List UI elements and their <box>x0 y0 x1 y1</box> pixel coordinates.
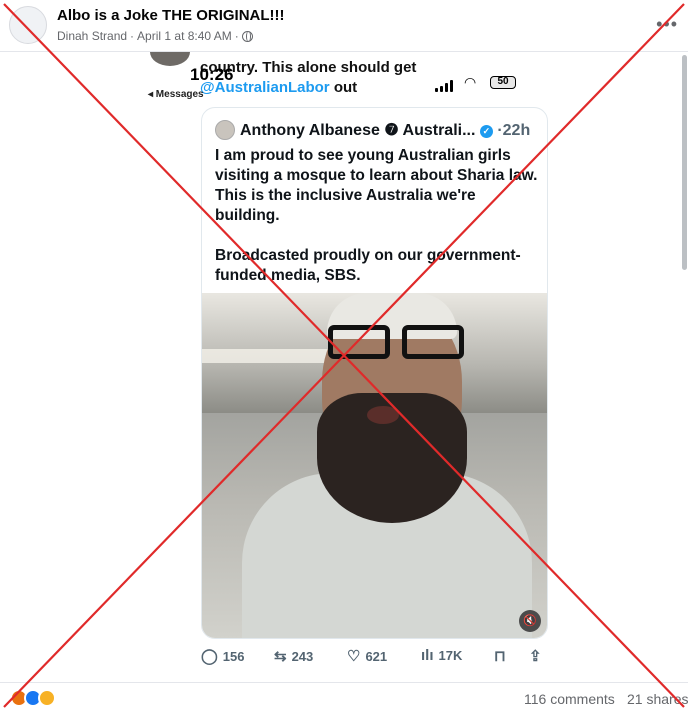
shared-screenshot-image[interactable]: country. This alone should get @Australi… <box>138 52 558 682</box>
bookmark-button: ⊓ <box>494 647 506 665</box>
reply-count: 156 <box>222 648 245 664</box>
scrollbar[interactable] <box>682 55 687 270</box>
retweet-count: 243 <box>291 648 314 664</box>
views-button: ılı 17K <box>421 647 462 664</box>
status-bar-time: 10:26 <box>190 65 234 84</box>
previous-tweet-tail: out <box>329 79 358 96</box>
like-button: ♡ 621 <box>347 647 387 665</box>
reaction-count: 90 <box>64 689 82 707</box>
author-link[interactable]: Dinah Strand <box>57 29 127 43</box>
meta-separator-2: · <box>234 29 239 43</box>
previous-tweet-avatar <box>150 52 190 66</box>
share-icon: ⇪ <box>529 648 542 665</box>
like-count: 621 <box>365 648 388 664</box>
tweet-author-handle: ❼ Australi... <box>379 122 476 139</box>
tweet-card: Anthony Albanese ❼ Australi... ✓ ·22h I … <box>201 107 548 639</box>
post-footer: 90 116 comments 21 shares <box>0 682 688 711</box>
battery-icon: 50 <box>490 76 516 89</box>
heart-icon: ♡ <box>347 648 361 665</box>
group-name-link[interactable]: Albo is a Joke THE ORIGINAL!!! <box>57 7 285 24</box>
mute-icon[interactable]: 🔇 <box>519 610 541 632</box>
meta-separator: · <box>130 29 135 43</box>
retweet-icon: ⇆ <box>274 648 287 665</box>
tweet-paragraph-1: I am proud to see young Australian girls… <box>215 147 538 224</box>
verified-badge-icon: ✓ <box>479 125 493 138</box>
comments-count-link[interactable]: 116 comments <box>524 691 615 707</box>
signal-strength-icon <box>435 80 453 92</box>
tweet-author-line: Anthony Albanese ❼ Australi... ✓ ·22h <box>240 120 530 140</box>
tweet-paragraph-2: Broadcasted proudly on our government-fu… <box>215 247 521 284</box>
share-button: ⇪ <box>529 647 542 665</box>
post-meta: Dinah Strand · April 1 at 8:40 AM · <box>57 29 253 43</box>
post-date-link[interactable]: April 1 at 8:40 AM <box>137 29 232 43</box>
video-person-glasses <box>328 325 474 359</box>
shares-count-link[interactable]: 21 shares <box>627 691 688 707</box>
bookmark-icon: ⊓ <box>494 648 506 665</box>
post-header: Albo is a Joke THE ORIGINAL!!! Dinah Str… <box>0 0 688 52</box>
tweet-video: 🔇 <box>202 293 547 638</box>
haha-reaction-icon <box>38 689 56 707</box>
group-avatar[interactable] <box>9 6 47 44</box>
back-to-messages-label: ◂ Messages <box>148 89 204 100</box>
tweet-author-avatar <box>215 120 235 140</box>
retweet-button: ⇆ 243 <box>274 647 313 665</box>
views-chart-icon: ılı <box>421 647 434 664</box>
globe-icon <box>241 30 253 42</box>
tweet-action-bar: ◯ 156 ⇆ 243 ♡ 621 ılı 17K ⊓ ⇪ <box>201 647 548 667</box>
reply-button: ◯ 156 <box>201 647 245 665</box>
tweet-time: ·22h <box>492 122 531 139</box>
wifi-icon: ◠ <box>464 74 477 90</box>
views-count: 17K <box>438 648 463 663</box>
reaction-summary[interactable]: 90 <box>10 689 82 707</box>
video-person-mouth <box>367 406 399 424</box>
tweet-author-name: Anthony Albanese <box>240 122 380 139</box>
more-horizontal-icon[interactable]: ••• <box>656 14 678 35</box>
reply-icon: ◯ <box>201 648 218 665</box>
tweet-body: I am proud to see young Australian girls… <box>215 146 540 306</box>
